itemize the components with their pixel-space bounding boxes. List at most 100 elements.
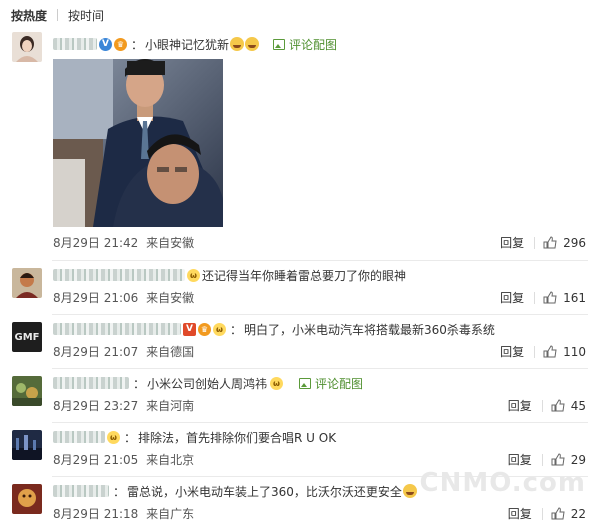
comment-meta: 8月29日 21:05 来自北京 — [53, 451, 194, 468]
comment-actions: 回复 110 — [500, 343, 586, 360]
comment-divider — [52, 368, 588, 369]
reply-button[interactable]: 回复 — [508, 451, 532, 468]
like-icon[interactable] — [551, 453, 565, 466]
comment-text: 还记得当年你睡着雷总要刀了你的眼神 — [202, 268, 407, 283]
like-icon[interactable] — [543, 236, 557, 249]
vip-icon: ♛ — [114, 37, 127, 51]
reply-button[interactable]: 回复 — [500, 343, 524, 360]
username[interactable] — [53, 431, 105, 443]
comment-location: 来自德国 — [146, 345, 195, 359]
verified-icon: V — [183, 322, 196, 336]
avatar[interactable] — [12, 268, 42, 298]
reply-button[interactable]: 回复 — [500, 234, 524, 251]
cat-emoji-icon: ω — [187, 268, 200, 282]
comment-line: V ♛ ： 小眼神记忆犹新 评论配图 — [53, 35, 337, 53]
colon: ： — [133, 376, 146, 391]
avatar-logo-text: GMF — [14, 331, 40, 343]
comment-text: 小米公司创始人周鸿祎 — [147, 376, 268, 391]
comment-actions: 回复 296 — [500, 234, 586, 251]
comment-text: 小眼神记忆犹新 — [145, 37, 230, 52]
laugh-emoji-icon — [402, 484, 417, 498]
comment-text: 明白了，小米电动汽车将搭载最新360杀毒系统 — [244, 322, 495, 337]
comment-location: 来自安徽 — [146, 291, 195, 305]
comment-time: 8月29日 21:18 — [53, 507, 139, 521]
pic-comment-link[interactable]: 评论配图 — [299, 375, 363, 392]
colon: ： — [124, 430, 137, 445]
comment-line: ω 还记得当年你睡着雷总要刀了你的眼神 — [53, 266, 406, 284]
like-icon[interactable] — [551, 507, 565, 520]
username[interactable] — [53, 269, 185, 281]
comment-time: 8月29日 21:06 — [53, 291, 139, 305]
avatar[interactable] — [12, 376, 42, 406]
comment-location: 来自安徽 — [146, 236, 195, 250]
cat-emoji-icon: ω — [270, 376, 284, 390]
verified-icon: V — [99, 37, 112, 51]
comment-image[interactable] — [53, 59, 223, 227]
comment-meta: 8月29日 21:18 来自广东 — [53, 505, 194, 522]
comment-divider — [52, 422, 588, 423]
sort-divider — [57, 9, 59, 21]
cat-emoji-icon: ω — [213, 322, 226, 336]
avatar[interactable] — [12, 430, 42, 460]
action-divider — [541, 507, 543, 520]
comment-time: 8月29日 21:42 — [53, 236, 139, 250]
avatar[interactable] — [12, 484, 42, 514]
action-divider — [541, 399, 543, 412]
pic-comment-label: 评论配图 — [289, 37, 338, 52]
colon: ： — [131, 37, 144, 52]
like-icon[interactable] — [551, 399, 565, 412]
avatar[interactable] — [12, 32, 42, 62]
watermark: CNMO.com — [419, 468, 586, 498]
action-divider — [534, 236, 536, 249]
comment-meta: 8月29日 21:42 来自安徽 — [53, 234, 194, 251]
reply-button[interactable]: 回复 — [508, 397, 532, 414]
comment-meta: 8月29日 23:27 来自河南 — [53, 397, 194, 414]
image-icon — [299, 377, 312, 389]
reply-button[interactable]: 回复 — [508, 505, 532, 522]
comment-actions: 回复 22 — [508, 505, 586, 522]
colon: ： — [113, 484, 126, 499]
pic-comment-link[interactable]: 评论配图 — [273, 36, 337, 53]
like-icon[interactable] — [543, 291, 557, 304]
like-icon[interactable] — [543, 345, 557, 358]
action-divider — [534, 291, 536, 304]
sort-by-time-tab[interactable]: 按时间 — [68, 7, 104, 24]
comment-time: 8月29日 21:07 — [53, 345, 139, 359]
comment-location: 来自北京 — [146, 453, 195, 467]
comment-text: 排除法，首先排除你们要合唱R U OK — [138, 430, 337, 445]
comment-line: ： 小米公司创始人周鸿祎 ω 评论配图 — [53, 374, 363, 392]
like-count: 296 — [563, 235, 586, 250]
username[interactable] — [53, 323, 181, 335]
pic-comment-label: 评论配图 — [315, 376, 364, 391]
username[interactable] — [53, 38, 97, 50]
action-divider — [541, 453, 543, 466]
like-count: 110 — [563, 344, 586, 359]
comment-line: ω ： 排除法，首先排除你们要合唱R U OK — [53, 428, 336, 446]
comment-meta: 8月29日 21:06 来自安徽 — [53, 289, 194, 306]
like-count: 45 — [570, 398, 586, 413]
avatar[interactable]: GMF — [12, 322, 42, 352]
comment-line: V ♛ ω ： 明白了，小米电动汽车将搭载最新360杀毒系统 — [53, 320, 495, 338]
colon: ： — [230, 322, 243, 337]
comment-time: 8月29日 23:27 — [53, 399, 139, 413]
vip-icon: ♛ — [198, 322, 211, 336]
comment-meta: 8月29日 21:07 来自德国 — [53, 343, 194, 360]
comment-actions: 回复 161 — [500, 289, 586, 306]
laugh-emoji-icon — [230, 37, 245, 51]
username[interactable] — [53, 485, 109, 497]
comment-text: 雷总说，小米电动车装上了360，比沃尔沃还更安全 — [127, 484, 402, 499]
laugh-emoji-icon — [245, 37, 260, 51]
sort-by-hot-tab[interactable]: 按热度 — [11, 7, 47, 24]
comment-line: ： 雷总说，小米电动车装上了360，比沃尔沃还更安全 — [53, 482, 417, 500]
comment-actions: 回复 29 — [508, 451, 586, 468]
comment-divider — [52, 314, 588, 315]
comment-actions: 回复 45 — [508, 397, 586, 414]
reply-button[interactable]: 回复 — [500, 289, 524, 306]
cat-emoji-icon: ω — [107, 430, 120, 444]
like-count: 29 — [570, 452, 586, 467]
comment-time: 8月29日 21:05 — [53, 453, 139, 467]
username[interactable] — [53, 377, 129, 389]
image-icon — [273, 38, 286, 50]
comment-location: 来自河南 — [146, 399, 195, 413]
comment-divider — [52, 260, 588, 261]
